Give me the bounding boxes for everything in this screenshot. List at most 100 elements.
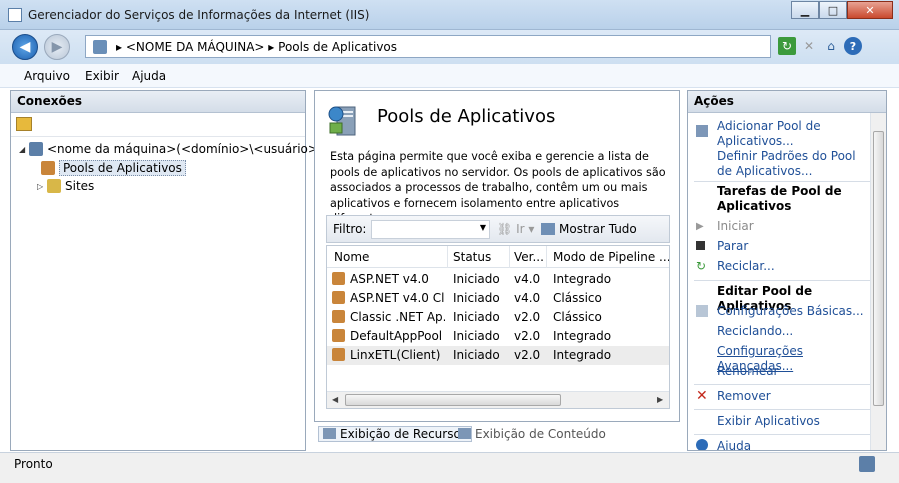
add-pool-icon — [696, 125, 708, 137]
remove-link[interactable]: Remover — [717, 389, 867, 404]
show-all-button[interactable]: Mostrar Tudo — [541, 222, 637, 236]
menu-ajuda[interactable]: Ajuda — [132, 69, 166, 83]
go-button[interactable]: ⛓ Ir ▾ — [497, 222, 534, 236]
collapse-icon[interactable]: ◢ — [19, 145, 29, 154]
table-row[interactable]: DefaultAppPool Iniciado v2.0 Integrado — [327, 327, 669, 346]
cell-mode: Integrado — [553, 329, 612, 343]
status-text: Pronto — [14, 457, 53, 471]
connections-tree: ◢ <nome da máquina>(<domínio>\<usuário>)… — [11, 137, 323, 437]
grid-header: Nome Status Ver... Modo de Pipeline ... — [327, 246, 669, 268]
dropdown-arrow-icon[interactable]: ▼ — [480, 223, 486, 232]
view-applications-link[interactable]: Exibir Aplicativos — [717, 414, 867, 429]
remove-icon: ✕ — [696, 388, 708, 404]
refresh-icon[interactable]: ↻ — [778, 37, 796, 55]
cell-name: ASP.NET v4.0 Cl... — [350, 291, 445, 305]
address-row: ◀ ▶ ▸ <NOME DA MÁQUINA> ▸ Pools de Aplic… — [0, 30, 899, 64]
maximize-button[interactable]: □ — [819, 1, 847, 19]
cell-status: Iniciado — [453, 310, 500, 324]
table-row[interactable]: Classic .NET Ap... Iniciado v2.0 Clássico — [327, 308, 669, 327]
home-icon[interactable]: ⌂ — [822, 37, 840, 55]
settings-icon — [696, 305, 708, 317]
cell-mode: Integrado — [553, 272, 612, 286]
show-all-label: Mostrar Tudo — [559, 222, 637, 236]
connections-panel: Conexões ◢ <nome da máquina>(<domínio>\<… — [10, 90, 323, 451]
tree-node-app-pools[interactable]: Pools de Aplicativos — [41, 160, 186, 176]
connections-header: Conexões — [11, 91, 305, 113]
filter-input[interactable]: ▼ — [371, 220, 490, 239]
tab-content-view[interactable]: Exibição de Conteúdo — [458, 427, 606, 441]
menu-arquivo[interactable]: Arquivo — [24, 69, 70, 83]
content-view-icon — [458, 428, 471, 439]
table-row[interactable]: ASP.NET v4.0 Cl... Iniciado v4.0 Clássico — [327, 289, 669, 308]
cell-status: Iniciado — [453, 348, 500, 362]
help-link[interactable]: Ajuda — [717, 439, 867, 450]
scroll-thumb[interactable] — [345, 394, 561, 406]
app-pool-icon — [332, 272, 345, 285]
back-button[interactable]: ◀ — [12, 34, 38, 60]
expand-icon[interactable]: ▷ — [37, 182, 47, 191]
close-button[interactable]: ✕ — [847, 1, 893, 19]
cell-version: v4.0 — [514, 291, 541, 305]
tab-features-view[interactable]: Exibição de Recursos — [318, 426, 473, 442]
sites-label: Sites — [65, 179, 95, 193]
scroll-right-icon[interactable]: ▶ — [657, 395, 663, 404]
scroll-left-icon[interactable]: ◀ — [332, 395, 338, 404]
menu-exibir[interactable]: Exibir — [85, 69, 119, 83]
column-status[interactable]: Status — [453, 250, 491, 264]
add-app-pool-link[interactable]: Adicionar Pool de Aplicativos... — [717, 119, 867, 149]
help-icon — [696, 439, 708, 450]
window-title: Gerenciador do Serviços de Informações d… — [28, 8, 370, 22]
breadcrumb[interactable]: ▸ <NOME DA MÁQUINA> ▸ Pools de Aplicativ… — [116, 40, 397, 54]
table-row[interactable]: ASP.NET v4.0 Iniciado v4.0 Integrado — [327, 270, 669, 289]
connections-toolbar — [11, 113, 305, 137]
menu-bar: Arquivo Exibir Ajuda — [0, 64, 899, 88]
connect-folder-icon[interactable] — [16, 117, 32, 131]
start-icon: ▶ — [696, 221, 704, 232]
app-pool-icon — [332, 291, 345, 304]
column-pipeline-mode[interactable]: Modo de Pipeline ... — [553, 250, 669, 264]
column-version[interactable]: Ver... — [514, 250, 544, 264]
help-icon[interactable]: ? — [844, 37, 862, 55]
content-view-label: Exibição de Conteúdo — [475, 427, 606, 441]
app-pool-icon — [332, 310, 345, 323]
cell-mode: Integrado — [553, 348, 612, 362]
vertical-scrollbar[interactable] — [870, 113, 886, 450]
iis-app-icon — [8, 8, 22, 22]
recycling-link[interactable]: Reciclando... — [717, 324, 867, 339]
filter-label: Filtro: — [333, 222, 367, 236]
stop-action[interactable]: Parar — [717, 239, 867, 254]
address-bar[interactable]: ▸ <NOME DA MÁQUINA> ▸ Pools de Aplicativ… — [85, 35, 771, 58]
cell-version: v2.0 — [514, 329, 541, 343]
horizontal-scrollbar[interactable]: ◀ ▶ — [327, 391, 669, 408]
minimize-button[interactable]: ▁ — [791, 1, 819, 19]
server-label: <nome da máquina>(<domínio>\<usuário>) — [47, 142, 323, 156]
cell-name: DefaultAppPool — [350, 329, 443, 343]
main-content-panel: Pools de Aplicativos Esta página permite… — [314, 90, 680, 422]
basic-settings-link[interactable]: Configurações Básicas... — [717, 304, 867, 319]
table-row[interactable]: LinxETL(Client) Iniciado v2.0 Integrado — [327, 346, 669, 365]
stop-icon[interactable]: ✕ — [800, 37, 818, 55]
start-action[interactable]: Iniciar — [717, 219, 867, 234]
status-bar: Pronto — [0, 452, 899, 483]
tree-node-sites[interactable]: ▷ Sites — [37, 179, 94, 193]
recycle-action[interactable]: Reciclar... — [717, 259, 867, 274]
cell-name: ASP.NET v4.0 — [350, 272, 429, 286]
vertical-scroll-thumb[interactable] — [873, 131, 884, 406]
app-pool-icon — [332, 348, 345, 361]
cell-mode: Clássico — [553, 291, 602, 305]
column-name[interactable]: Nome — [334, 250, 369, 264]
actions-panel: Ações Adicionar Pool de Aplicativos... D… — [687, 90, 887, 451]
page-title: Pools de Aplicativos — [377, 106, 556, 127]
cell-mode: Clássico — [553, 310, 602, 324]
features-view-icon — [323, 428, 336, 439]
set-defaults-link[interactable]: Definir Padrões do Pool de Aplicativos..… — [717, 149, 867, 179]
cell-name: Classic .NET Ap... — [350, 310, 445, 324]
tasks-header: Tarefas de Pool de Aplicativos — [717, 184, 842, 213]
tree-node-server[interactable]: ◢ <nome da máquina>(<domínio>\<usuário>) — [19, 142, 323, 156]
show-all-icon — [541, 223, 555, 235]
cell-status: Iniciado — [453, 329, 500, 343]
rename-link[interactable]: Renomear — [717, 364, 867, 379]
cell-name: LinxETL(Client) — [350, 348, 441, 362]
forward-button[interactable]: ▶ — [44, 34, 70, 60]
recycle-icon: ↻ — [696, 259, 707, 273]
